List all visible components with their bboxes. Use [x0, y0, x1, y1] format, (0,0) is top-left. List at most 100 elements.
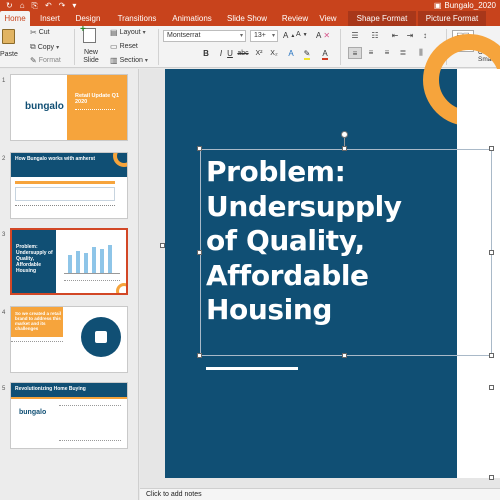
chart-bar [108, 245, 112, 273]
tab-transitions[interactable]: Transitions [110, 11, 164, 26]
resize-handle-se[interactable] [489, 353, 494, 358]
chevron-down-icon: ▾ [239, 33, 243, 39]
font-size-select[interactable]: 13+ ▾ [250, 30, 278, 42]
chevron-down-icon: ▾ [56, 44, 60, 51]
text-effects-button[interactable]: A [284, 48, 298, 60]
undo-icon[interactable]: ↶ [45, 0, 52, 11]
font-name-select[interactable]: Montserrat ▾ [163, 30, 246, 42]
underline-button[interactable]: U [224, 48, 236, 60]
quick-access-toolbar: ↻ ⌂ ⎘ ↶ ↷ ▾ [6, 0, 76, 11]
decrease-indent-button[interactable]: ⇤ [388, 30, 402, 42]
tab-insert[interactable]: Insert [33, 11, 67, 26]
superscript-button[interactable]: X² [253, 48, 265, 60]
cut-button[interactable]: ✂ Cut [30, 28, 50, 37]
customize-icon[interactable]: ▾ [72, 0, 76, 11]
slide-number: 2 [2, 156, 6, 162]
title-underline[interactable] [206, 367, 298, 370]
columns-button[interactable]: ⫼ [414, 47, 428, 59]
highlight-button[interactable]: ✎ [300, 48, 314, 60]
paste-icon[interactable] [2, 29, 15, 44]
copy-button[interactable]: ⧉ Copy ▾ [30, 42, 59, 52]
resize-handle-w[interactable] [197, 250, 202, 255]
divider [74, 29, 75, 65]
orange-bar [15, 181, 115, 184]
subscript-button[interactable]: X₂ [268, 48, 280, 60]
bullets-button[interactable]: ☰ [348, 30, 362, 42]
home-icon[interactable]: ⌂ [20, 0, 25, 11]
tab-home[interactable]: Home [0, 11, 30, 26]
orange-bar [11, 397, 127, 399]
slide-thumbnail-4[interactable]: So we created a retail brand to address … [10, 306, 128, 373]
bold-button[interactable]: B [200, 48, 212, 60]
new-slide-button[interactable]: New Slide [80, 49, 102, 65]
slide-thumbnail-5[interactable]: Revolutionizing Home Buying bungalo [10, 382, 128, 449]
align-center-button[interactable]: ≡ [364, 47, 378, 59]
section-button[interactable]: ▥ Section ▾ [110, 56, 148, 65]
clear-formatting-button[interactable]: A ✕ [316, 31, 330, 40]
chart-caption-lines [64, 280, 120, 288]
align-right-button[interactable]: ≡ [380, 47, 394, 59]
divider [158, 29, 159, 65]
resize-handle-nw[interactable] [197, 146, 202, 151]
tab-view[interactable]: View [315, 11, 341, 26]
resize-handle-s[interactable] [342, 353, 347, 358]
scissors-icon: ✂ [30, 28, 37, 37]
copy-icon: ⧉ [30, 42, 36, 51]
new-slide-icon[interactable] [80, 24, 96, 43]
bungalo-logo: bungalo [25, 101, 64, 112]
copy-label: Copy [37, 43, 55, 51]
rotate-handle[interactable] [341, 131, 348, 138]
increase-indent-button[interactable]: ⇥ [403, 30, 417, 42]
image-handle[interactable] [489, 475, 494, 480]
feature-grid [59, 405, 121, 441]
footer-lines [15, 205, 115, 213]
tab-shape-format[interactable]: Shape Format [348, 11, 416, 26]
ribbon-tabs: Home Insert Design Transitions Animation… [0, 11, 500, 26]
tab-design[interactable]: Design [70, 11, 106, 26]
tab-picture-format[interactable]: Picture Format [418, 11, 486, 26]
tab-slide-show[interactable]: Slide Show [222, 11, 272, 26]
thumbnail-title: Retail Update Q1 2020 [75, 93, 120, 105]
thumbnail-title: So we created a retail brand to address … [15, 311, 62, 331]
autosave-icon[interactable]: ↻ [6, 0, 13, 11]
grow-font-button[interactable]: A ▲ [283, 31, 295, 40]
reset-button[interactable]: ▭ Reset [110, 42, 138, 51]
format-painter-button[interactable]: ✎ Format [30, 56, 61, 65]
section-label: Section [119, 57, 143, 64]
tab-review[interactable]: Review [278, 11, 312, 26]
font-size-value: 13+ [254, 32, 266, 39]
resize-handle-sw[interactable] [197, 353, 202, 358]
house-icon [95, 331, 107, 343]
reset-label: Reset [119, 43, 138, 50]
slide-thumbnail-1[interactable]: bungalo Retail Update Q1 2020 [10, 74, 128, 141]
slide-edge-handle-w[interactable] [160, 243, 165, 248]
resize-handle-ne[interactable] [489, 146, 494, 151]
resize-handle-n[interactable] [342, 146, 347, 151]
chart-bar [68, 255, 72, 273]
resize-handle-e[interactable] [489, 250, 494, 255]
paste-button[interactable]: Paste [0, 51, 18, 58]
bungalo-logo: bungalo [19, 409, 47, 416]
slide-thumbnail-2[interactable]: How Bungalo works with amherst [10, 152, 128, 219]
slide-thumbnail-3[interactable]: Problem: Undersupply of Quality, Afforda… [10, 228, 128, 295]
redo-icon[interactable]: ↷ [59, 0, 66, 11]
slide-thumbnail-panel[interactable]: 1 bungalo Retail Update Q1 2020 2 How Bu… [0, 69, 139, 500]
image-handle[interactable] [489, 385, 494, 390]
save-icon[interactable]: ⎘ [32, 0, 38, 11]
strikethrough-button[interactable]: abc [236, 48, 250, 60]
chevron-down-icon: ▾ [144, 58, 148, 64]
document-title-text: Bungalo_2020 [444, 1, 496, 10]
line-spacing-button[interactable]: ↕ [418, 30, 432, 42]
shrink-font-button[interactable]: A ▼ [296, 31, 308, 38]
tab-animations[interactable]: Animations [167, 11, 217, 26]
numbering-button[interactable]: ☷ [368, 30, 382, 42]
align-left-button[interactable]: ≡ [348, 47, 362, 59]
notes-pane[interactable]: Click to add notes [140, 488, 500, 500]
justify-button[interactable]: ≣ [396, 47, 410, 59]
font-color-button[interactable]: A [318, 48, 332, 60]
layout-icon: ▤ [110, 28, 118, 37]
section-icon: ▥ [110, 56, 118, 65]
format-label: Format [38, 57, 61, 64]
layout-button[interactable]: ▤ Layout ▾ [110, 28, 146, 37]
chevron-down-icon: ▾ [271, 33, 275, 39]
